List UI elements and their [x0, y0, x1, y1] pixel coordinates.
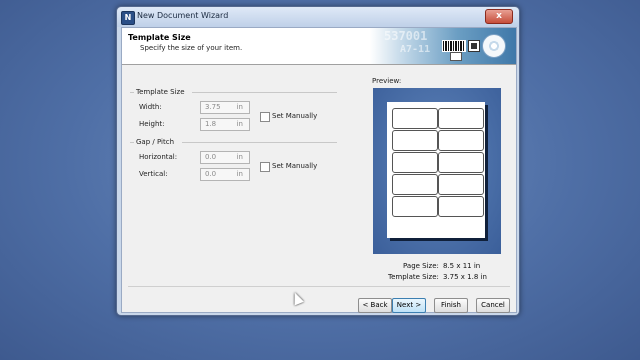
label-icon: [450, 52, 462, 61]
preview-label-cell: [392, 152, 438, 173]
horizontal-unit: in: [236, 153, 243, 161]
cancel-button[interactable]: Cancel: [476, 298, 510, 313]
header-banner-graphic: 537001 A7-11: [370, 28, 516, 64]
preview-label-cell: [392, 130, 438, 151]
vertical-unit: in: [236, 170, 243, 178]
wizard-header: Template Size Specify the size of your i…: [122, 28, 516, 65]
width-label: Width:: [139, 103, 162, 111]
preview-label-cell: [438, 108, 484, 129]
vertical-value: 0.0: [205, 170, 217, 178]
window-title: New Document Wizard: [137, 11, 229, 20]
preview-label-cell: [392, 174, 438, 195]
gap-pitch-set-manually-label[interactable]: Set Manually: [272, 162, 317, 170]
finish-button[interactable]: Finish: [434, 298, 468, 313]
height-label: Height:: [139, 120, 165, 128]
disc-icon: [482, 34, 506, 58]
button-separator: [128, 286, 510, 287]
title-bar[interactable]: N New Document Wizard x: [117, 7, 519, 27]
height-field[interactable]: 1.8 in: [200, 118, 250, 131]
template-size-info-label: Template Size:: [388, 273, 439, 281]
group-divider: [192, 92, 337, 93]
app-icon: N: [121, 11, 135, 25]
width-value: 3.75: [205, 103, 221, 111]
next-button[interactable]: Next >: [392, 298, 426, 313]
horizontal-gap-field[interactable]: 0.0 in: [200, 151, 250, 164]
preview-label-cell: [392, 108, 438, 129]
height-value: 1.8: [205, 120, 217, 128]
template-size-group-label: Template Size: [136, 88, 185, 96]
close-button[interactable]: x: [485, 9, 513, 24]
page-title: Template Size: [128, 33, 191, 42]
vertical-gap-field[interactable]: 0.0 in: [200, 168, 250, 181]
page-size-value: 8.5 x 11 in: [443, 262, 481, 270]
preview-page: [387, 102, 485, 238]
gap-pitch-set-manually-checkbox[interactable]: [260, 162, 270, 172]
group-divider: [130, 92, 134, 93]
back-button[interactable]: < Back: [358, 298, 392, 313]
template-size-set-manually-checkbox[interactable]: [260, 112, 270, 122]
barcode-icon: [442, 40, 466, 52]
template-size-set-manually-label[interactable]: Set Manually: [272, 112, 317, 120]
banner-text: A7-11: [400, 44, 431, 55]
preview-label-cell: [392, 196, 438, 217]
width-field[interactable]: 3.75 in: [200, 101, 250, 114]
preview-label-cell: [438, 174, 484, 195]
page-size-label: Page Size:: [403, 262, 439, 270]
group-divider: [182, 142, 337, 143]
height-unit: in: [236, 120, 243, 128]
qr-code-icon: [468, 40, 480, 52]
banner-text: 537001: [384, 29, 428, 43]
preview-label-cell: [438, 196, 484, 217]
gap-pitch-group-label: Gap / Pitch: [136, 138, 175, 146]
vertical-label: Vertical:: [139, 170, 168, 178]
close-icon: x: [496, 11, 502, 21]
group-divider: [130, 142, 134, 143]
preview-panel: [373, 88, 501, 254]
horizontal-label: Horizontal:: [139, 153, 178, 161]
new-document-wizard-window: N New Document Wizard x Template Size Sp…: [116, 6, 520, 316]
preview-label: Preview:: [372, 77, 402, 85]
template-size-info-value: 3.75 x 1.8 in: [443, 273, 487, 281]
wizard-client-area: Template Size Specify the size of your i…: [121, 27, 517, 313]
page-subtitle: Specify the size of your item.: [140, 44, 243, 52]
horizontal-value: 0.0: [205, 153, 217, 161]
preview-label-cell: [438, 130, 484, 151]
width-unit: in: [236, 103, 243, 111]
preview-label-cell: [438, 152, 484, 173]
